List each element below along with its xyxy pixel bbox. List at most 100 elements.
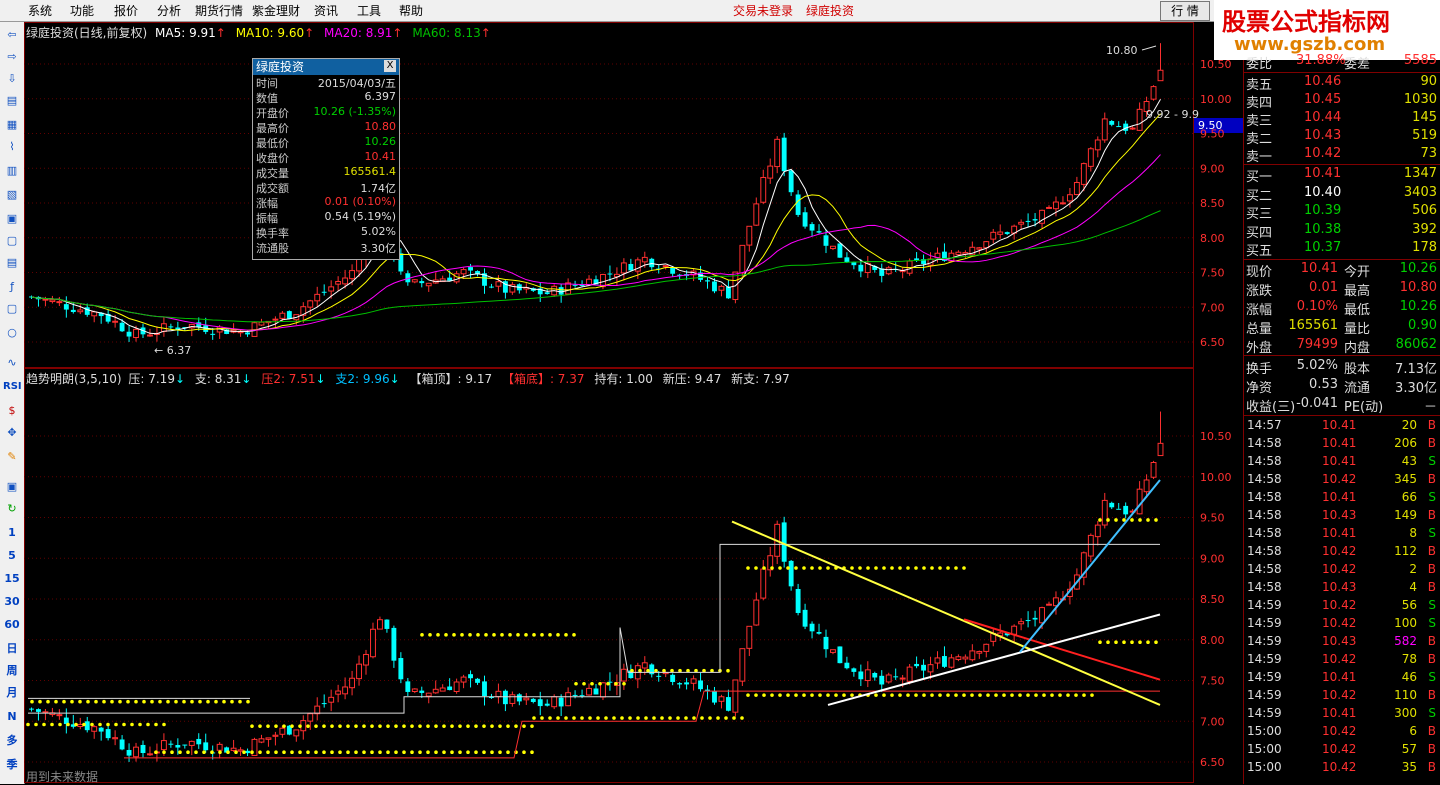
sub-candle <box>523 697 530 701</box>
period-15min[interactable]: 15 <box>3 570 21 588</box>
sub-candle <box>670 674 676 682</box>
menu-analysis[interactable]: 分析 <box>157 2 181 19</box>
pencil-icon[interactable]: ✎ <box>3 448 21 466</box>
tooltip-row: 数值 6.397 <box>253 90 399 105</box>
arrow-down-icon[interactable]: ⇩ <box>3 70 21 88</box>
sub-candle <box>384 619 390 629</box>
menu-function[interactable]: 功能 <box>70 2 94 19</box>
tooltip-value: 3.30亿 <box>360 242 397 255</box>
arrow-left-icon[interactable]: ⇦ <box>3 26 21 44</box>
ask-row: 卖三 10.44 145 <box>1244 109 1440 129</box>
sub-candle <box>983 643 990 652</box>
refresh-icon[interactable]: ↻ <box>3 500 21 518</box>
sub-candle <box>77 723 84 727</box>
bid-volume: 3403 <box>1403 184 1437 200</box>
tick-row: 14:58 10.41 8 S <box>1244 525 1440 543</box>
tick-time: 14:59 <box>1247 615 1282 630</box>
tick-direction: B <box>1427 471 1436 486</box>
signal-dot <box>778 693 782 697</box>
stat-label: 今开 <box>1344 264 1371 280</box>
period-multi[interactable]: 多 <box>3 732 21 750</box>
document-icon[interactable]: ▤ <box>3 92 21 110</box>
tick-row: 14:58 10.42 345 B <box>1244 471 1440 489</box>
kline-icon[interactable]: ▥ <box>3 162 21 180</box>
main-candle <box>712 281 717 292</box>
menu-futures[interactable]: 期货行情 <box>195 2 243 19</box>
bid-price: 10.39 <box>1304 203 1342 218</box>
menu-system[interactable]: 系统 <box>28 2 52 19</box>
signal-dot <box>42 722 46 727</box>
signal-dot <box>882 693 886 697</box>
main-candle <box>641 256 648 263</box>
main-candle <box>802 212 808 227</box>
signal-dot <box>1002 693 1006 697</box>
f10-icon[interactable]: ▣ <box>3 210 21 228</box>
period-month[interactable]: 月 <box>3 684 21 702</box>
sub-candle <box>84 721 90 731</box>
tick-row: 14:59 10.43 582 B <box>1244 633 1440 651</box>
sub-candle <box>1018 621 1025 625</box>
tooltip-title-text: 绿庭投资 <box>256 60 305 74</box>
circle-icon[interactable]: ○ <box>3 324 21 342</box>
arrow-right-icon[interactable]: ⇨ <box>3 48 21 66</box>
tab-quote[interactable]: 行 情 <box>1160 1 1210 21</box>
stat-label: 涨跌 <box>1246 283 1273 299</box>
line-chart-icon[interactable]: ⌇ <box>3 138 21 156</box>
news-icon[interactable]: ▤ <box>3 254 21 272</box>
period-30min[interactable]: 30 <box>3 593 21 611</box>
signal-dot <box>962 566 966 570</box>
tick-time: 14:57 <box>1247 417 1282 432</box>
menu-help[interactable]: 帮助 <box>399 2 423 19</box>
sub-candle <box>468 674 473 679</box>
ask-row: 卖一 10.42 73 <box>1244 145 1440 165</box>
tick-direction: B <box>1427 741 1436 756</box>
kline-chart[interactable]: 10.80← 6.379.92 - 9.99.50 10.5010.009.50… <box>24 22 1243 784</box>
grid-icon[interactable]: ▦ <box>3 116 21 134</box>
move-icon[interactable]: ✥ <box>3 424 21 442</box>
sub-candle <box>203 742 209 751</box>
period-week[interactable]: 周 <box>3 662 21 680</box>
main-candle <box>1157 69 1164 82</box>
menu-tools[interactable]: 工具 <box>357 2 381 19</box>
close-icon[interactable]: X <box>384 60 396 72</box>
dollar-icon[interactable]: $ <box>3 402 21 420</box>
period-quarter[interactable]: 季 <box>3 756 21 774</box>
menu-quote[interactable]: 报价 <box>114 2 138 19</box>
page-icon[interactable]: ▢ <box>3 232 21 250</box>
period-1min[interactable]: 1 <box>3 524 21 542</box>
fx-icon[interactable]: ƒ <box>3 278 21 296</box>
sub-candle <box>1150 462 1157 478</box>
period-60min[interactable]: 60 <box>3 616 21 634</box>
tick-row: 14:59 10.42 56 S <box>1244 597 1440 615</box>
menu-finance[interactable]: 紫金理财 <box>252 2 300 19</box>
main-candle <box>816 231 822 233</box>
signal-dot <box>346 750 350 755</box>
main-candle <box>955 251 962 256</box>
menu-news[interactable]: 资讯 <box>314 2 338 19</box>
trade-login-status[interactable]: 交易未登录 <box>733 2 793 19</box>
signal-dot <box>362 724 366 728</box>
stat-row: 涨跌 0.01 最高 10.80 <box>1244 279 1440 299</box>
signal-dot <box>548 716 552 720</box>
signal-dot <box>242 750 246 755</box>
period-day[interactable]: 日 <box>3 640 21 658</box>
signal-dot <box>614 681 618 686</box>
period-5min[interactable]: 5 <box>3 547 21 565</box>
signal-dot <box>1130 640 1134 644</box>
main-candle <box>349 270 356 280</box>
signal-dot <box>986 693 990 697</box>
sub-candle <box>934 657 941 664</box>
tick-volume: 110 <box>1394 687 1417 702</box>
period-n[interactable]: N <box>3 708 21 726</box>
rsi-button[interactable]: RSI <box>3 378 22 396</box>
wave-icon[interactable]: ∿ <box>3 354 21 372</box>
tick-row: 14:59 10.41 46 S <box>1244 669 1440 687</box>
tick-time: 14:59 <box>1247 669 1282 684</box>
bar-chart-icon[interactable]: ▧ <box>3 186 21 204</box>
main-candle <box>579 285 585 287</box>
tick-volume: 582 <box>1394 633 1417 648</box>
main-candle <box>272 318 279 321</box>
f5-icon[interactable]: ▣ <box>3 478 21 496</box>
page2-icon[interactable]: ▢ <box>3 300 21 318</box>
tick-row: 15:00 10.42 6 B <box>1244 723 1440 741</box>
